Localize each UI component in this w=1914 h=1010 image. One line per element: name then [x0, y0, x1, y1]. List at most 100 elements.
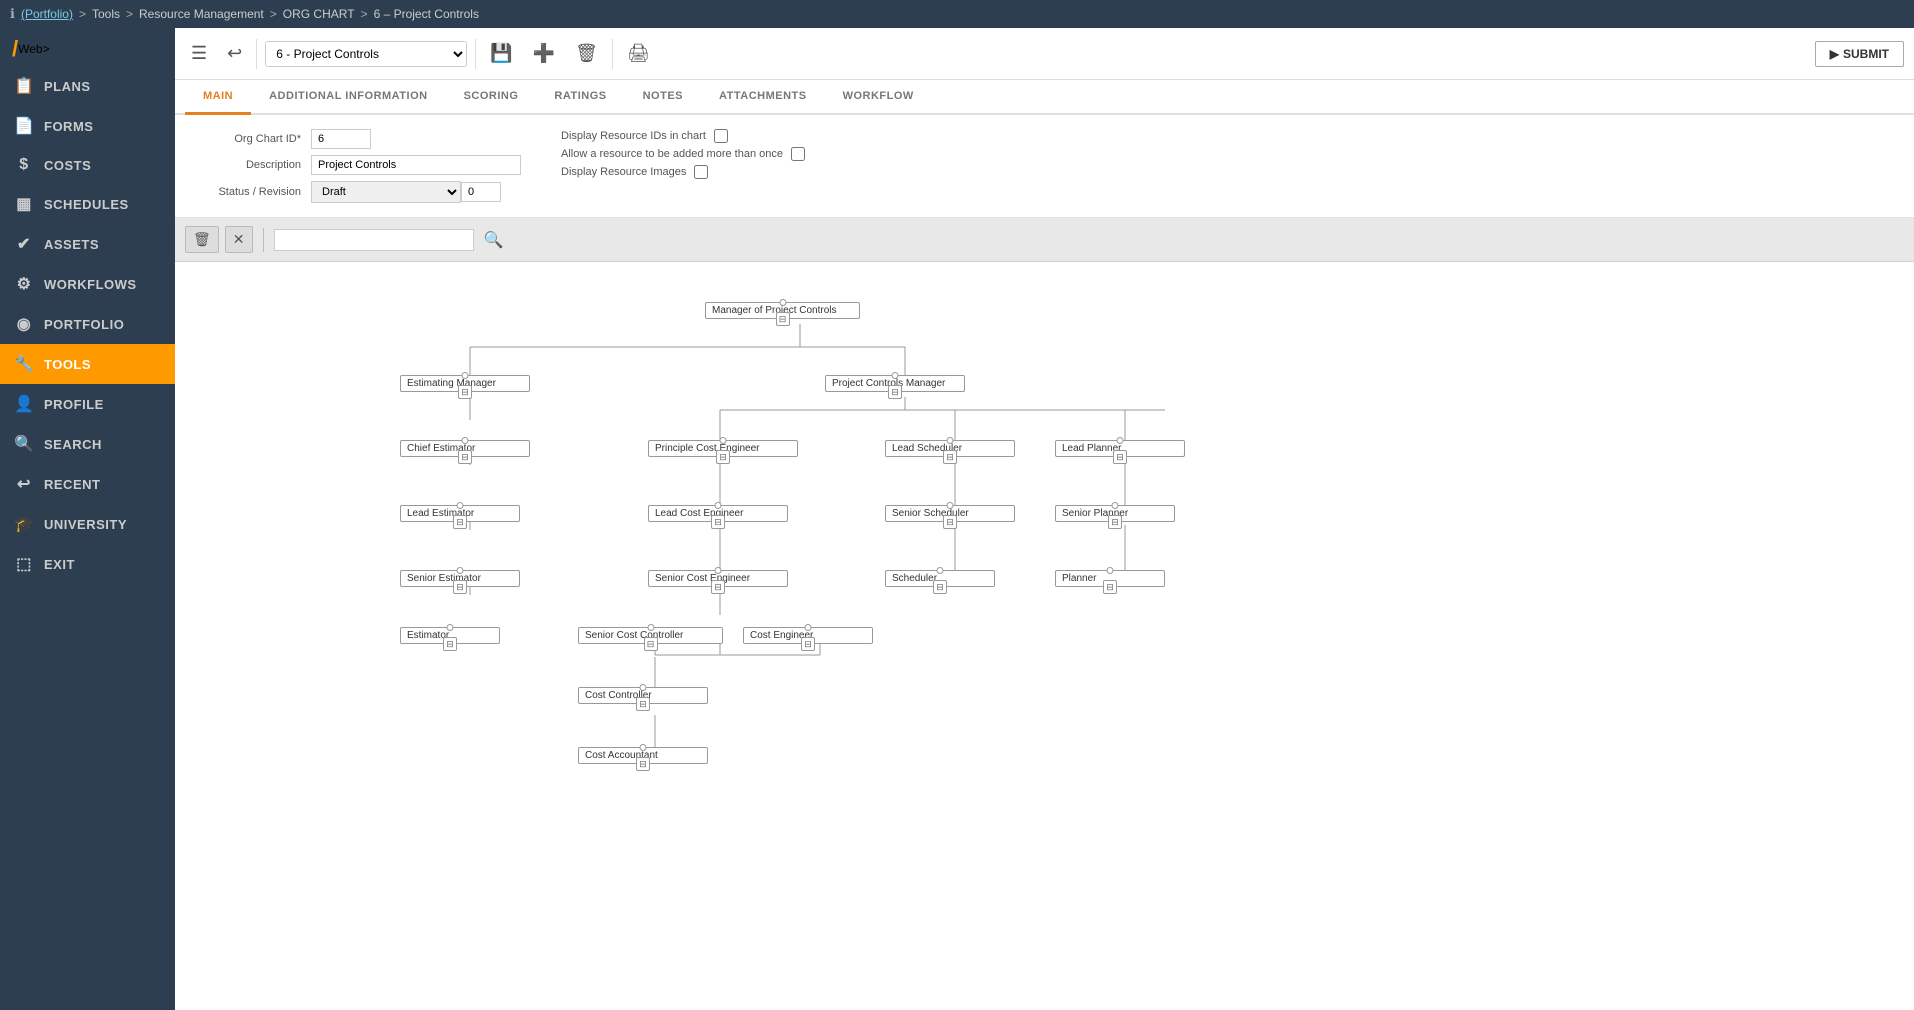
node-plan[interactable]: Planner ⊟	[1055, 570, 1165, 587]
chart-toolbar-divider	[263, 228, 264, 252]
node-expand-root[interactable]: ⊟	[776, 312, 790, 326]
node-cost-acct[interactable]: Cost Accountant ⊟	[578, 747, 708, 764]
node-sr-cost-ctrl[interactable]: Senior Cost Controller ⊟	[578, 627, 723, 644]
sidebar-item-profile[interactable]: 👤 PROFILE	[0, 384, 175, 424]
node-prin-cost[interactable]: Principle Cost Engineer ⊟	[648, 440, 798, 457]
add-button[interactable]: ➕	[527, 39, 561, 68]
node-lead-cost-eng[interactable]: Lead Cost Engineer ⊟	[648, 505, 788, 522]
node-sr-est[interactable]: Senior Estimator ⊟	[400, 570, 520, 587]
node-expand-sr-plan[interactable]: ⊟	[1108, 515, 1122, 529]
allow-multiple-checkbox[interactable]	[791, 147, 805, 161]
recent-icon: ↩	[14, 474, 34, 494]
sidebar-item-tools[interactable]: 🔧 TOOLS	[0, 344, 175, 384]
node-label-lead-cost-eng: Lead Cost Engineer	[655, 508, 743, 519]
sidebar-item-assets[interactable]: ✔ ASSETS	[0, 224, 175, 264]
node-expand-lead-est[interactable]: ⊟	[453, 515, 467, 529]
tabs: MAIN ADDITIONAL INFORMATION SCORING RATI…	[175, 80, 1914, 115]
sidebar-item-recent[interactable]: ↩ RECENT	[0, 464, 175, 504]
sidebar-item-plans[interactable]: 📋 PLANS	[0, 66, 175, 106]
tab-additional-info[interactable]: ADDITIONAL INFORMATION	[251, 80, 445, 115]
sidebar-item-portfolio[interactable]: ◉ PORTFOLIO	[0, 304, 175, 344]
display-images-checkbox[interactable]	[694, 165, 708, 179]
sidebar-label-profile: PROFILE	[44, 397, 104, 412]
node-sr-cost-eng[interactable]: Senior Cost Engineer ⊟	[648, 570, 788, 587]
node-est-mgr[interactable]: Estimating Manager ⊟	[400, 375, 530, 392]
sidebar-item-schedules[interactable]: ▦ SCHEDULES	[0, 184, 175, 224]
node-expand-sr-est[interactable]: ⊟	[453, 580, 467, 594]
chart-clear-button[interactable]: ✕	[225, 226, 253, 253]
node-expand-lead-sched[interactable]: ⊟	[943, 450, 957, 464]
list-button[interactable]: ☰	[185, 39, 213, 68]
save-button[interactable]: 💾	[484, 39, 518, 68]
form-right: Display Resource IDs in chart Allow a re…	[561, 129, 805, 203]
sidebar-item-exit[interactable]: ⬚ EXIT	[0, 544, 175, 584]
breadcrumb-tools: Tools	[92, 7, 120, 21]
node-expand-cost-ctrl[interactable]: ⊟	[636, 697, 650, 711]
sidebar-label-assets: ASSETS	[44, 237, 99, 252]
tab-scoring[interactable]: SCORING	[446, 80, 537, 115]
sidebar-item-search[interactable]: 🔍 SEARCH	[0, 424, 175, 464]
sidebar-item-university[interactable]: 🎓 UNIVERSITY	[0, 504, 175, 544]
chart-delete-button[interactable]: 🗑	[185, 226, 219, 253]
sidebar-label-tools: TOOLS	[44, 357, 91, 372]
breadcrumb-portfolio[interactable]: (Portfolio)	[21, 7, 73, 21]
sidebar-item-workflows[interactable]: ⚙ WORKFLOWS	[0, 264, 175, 304]
breadcrumb-sep-1: >	[79, 7, 86, 21]
allow-multiple-row: Allow a resource to be added more than o…	[561, 147, 805, 161]
node-sr-sched[interactable]: Senior Scheduler ⊟	[885, 505, 1015, 522]
node-cost-ctrl[interactable]: Cost Controller ⊟	[578, 687, 708, 704]
info-icon[interactable]: ℹ	[10, 6, 15, 22]
print-button[interactable]: 🖨	[621, 39, 656, 68]
node-expand-est[interactable]: ⊟	[443, 637, 457, 651]
record-selector-wrap: 6 - Project Controls	[265, 41, 467, 67]
sidebar-label-schedules: SCHEDULES	[44, 197, 129, 212]
node-expand-cost-eng[interactable]: ⊟	[801, 637, 815, 651]
node-sr-plan[interactable]: Senior Planner ⊟	[1055, 505, 1175, 522]
submit-button[interactable]: ▶ SUBMIT	[1815, 41, 1904, 67]
delete-button[interactable]: 🗑	[569, 39, 604, 68]
node-expand-est-mgr[interactable]: ⊟	[458, 385, 472, 399]
node-expand-cost-acct[interactable]: ⊟	[636, 757, 650, 771]
chart-search-input[interactable]	[274, 229, 474, 251]
status-select[interactable]: Draft Active Closed	[311, 181, 461, 203]
node-expand-lead-cost-eng[interactable]: ⊟	[711, 515, 725, 529]
tab-attachments[interactable]: ATTACHMENTS	[701, 80, 825, 115]
undo-button[interactable]: ↩	[221, 39, 248, 68]
sidebar-item-forms[interactable]: 📄 FORMS	[0, 106, 175, 146]
node-expand-pc-mgr[interactable]: ⊟	[888, 385, 902, 399]
tools-icon: 🔧	[14, 354, 34, 374]
node-expand-chief-est[interactable]: ⊟	[458, 450, 472, 464]
node-lead-est[interactable]: Lead Estimator ⊟	[400, 505, 520, 522]
node-expand-prin-cost[interactable]: ⊟	[716, 450, 730, 464]
node-lead-plan[interactable]: Lead Planner ⊟	[1055, 440, 1185, 457]
sidebar-label-university: UNIVERSITY	[44, 517, 127, 532]
node-est[interactable]: Estimator ⊟	[400, 627, 500, 644]
org-chart-container[interactable]: Manager of Project Controls ⊟ Estimating…	[175, 262, 1914, 1010]
revision-input[interactable]	[461, 182, 501, 202]
org-chart-id-input[interactable]	[311, 129, 371, 149]
node-expand-sched[interactable]: ⊟	[933, 580, 947, 594]
description-input[interactable]	[311, 155, 521, 175]
tab-main[interactable]: MAIN	[185, 80, 251, 115]
node-expand-sr-cost-eng[interactable]: ⊟	[711, 580, 725, 594]
profile-icon: 👤	[14, 394, 34, 414]
display-ids-checkbox[interactable]	[714, 129, 728, 143]
tab-workflow[interactable]: WORKFLOW	[825, 80, 932, 115]
sidebar-item-costs[interactable]: $ COSTS	[0, 146, 175, 184]
node-expand-sr-cost-ctrl[interactable]: ⊟	[644, 637, 658, 651]
node-chief-est[interactable]: Chief Estimator ⊟	[400, 440, 530, 457]
sidebar-label-recent: RECENT	[44, 477, 100, 492]
node-expand-plan[interactable]: ⊟	[1103, 580, 1117, 594]
chart-search-button[interactable]: 🔍	[480, 228, 508, 252]
tab-ratings[interactable]: RATINGS	[536, 80, 624, 115]
node-expand-sr-sched[interactable]: ⊟	[943, 515, 957, 529]
sidebar-label-plans: PLANS	[44, 79, 91, 94]
tab-notes[interactable]: NOTES	[625, 80, 701, 115]
node-pc-mgr[interactable]: Project Controls Manager ⊟	[825, 375, 965, 392]
node-sched[interactable]: Scheduler ⊟	[885, 570, 995, 587]
node-cost-eng[interactable]: Cost Engineer ⊟	[743, 627, 873, 644]
record-selector[interactable]: 6 - Project Controls	[266, 42, 466, 66]
node-lead-sched[interactable]: Lead Scheduler ⊟	[885, 440, 1015, 457]
node-root[interactable]: Manager of Project Controls ⊟	[705, 302, 860, 319]
node-expand-lead-plan[interactable]: ⊟	[1113, 450, 1127, 464]
